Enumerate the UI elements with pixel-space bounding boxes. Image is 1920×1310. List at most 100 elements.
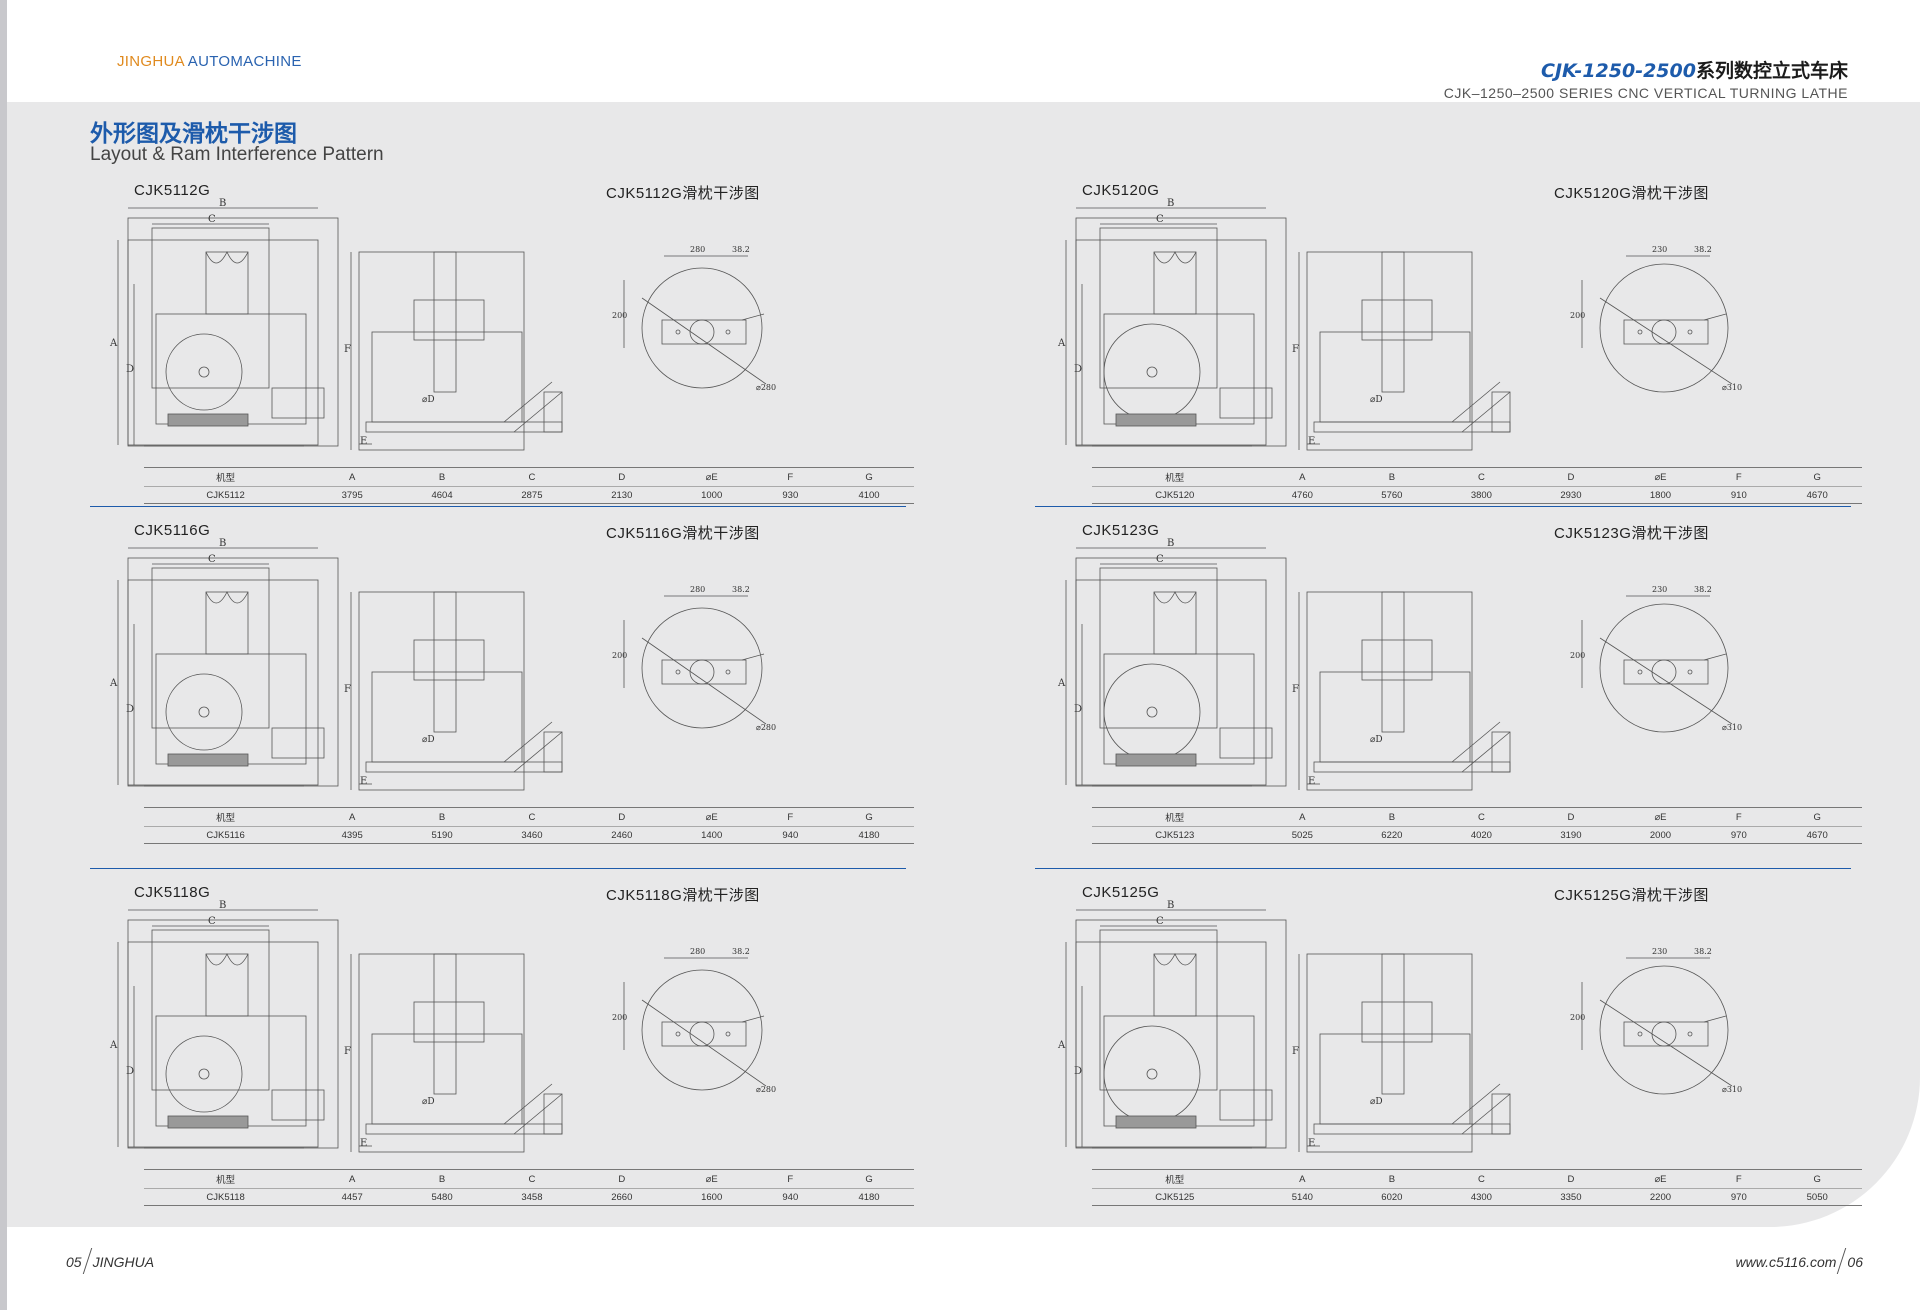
- spec-header-cell: B: [1347, 467, 1437, 487]
- dim-label-width: 230: [1652, 947, 1667, 956]
- dim-label-diameter: ⌀310: [1722, 723, 1742, 732]
- dim-label-a: A: [109, 338, 118, 349]
- dim-label-width: 280: [690, 245, 705, 254]
- spec-table-row: CJK5118 4457 5480 3458 2660 1600 940 4180: [144, 1188, 914, 1206]
- spec-header-cell: F: [1705, 807, 1773, 827]
- front-view-drawing: [117, 207, 339, 447]
- spec-header-cell: G: [1772, 807, 1862, 827]
- spec-table-row: CJK5112 3795 4604 2875 2130 1000 930 4100: [144, 486, 914, 504]
- spec-table-row: CJK5120 4760 5760 3800 2930 1800 910 4670: [1092, 486, 1862, 504]
- machine-drawing: BC A D F E ⌀D 280 38.2 200 ⌀280: [109, 900, 776, 1153]
- spec-table-header-row: 机型 A B C D ⌀E F G: [1092, 807, 1862, 827]
- spec-value-cell: 1000: [666, 486, 757, 504]
- spec-header-cell: G: [1772, 1169, 1862, 1189]
- spec-value-cell: 6020: [1347, 1188, 1437, 1206]
- machine-panel: CJK5116G CJK5116G滑枕干涉图 B C A D F E ⌀D 280 38.2 200 ⌀…: [104, 522, 914, 872]
- side-view-drawing: [350, 953, 563, 1153]
- machine-drawing: BC A D F E ⌀D 230 38.2 200 ⌀310: [1057, 538, 1742, 791]
- spec-value-cell: 1400: [666, 826, 757, 844]
- dim-label-a: A: [1057, 1040, 1066, 1051]
- machine-panel: CJK5123G CJK5123G滑枕干涉图 B C A D F E ⌀D 230 38.2 200 ⌀…: [1052, 522, 1862, 872]
- dim-label-b: B: [1167, 900, 1174, 911]
- dim-label-od: ⌀D: [422, 1097, 435, 1107]
- spec-value-cell: 4100: [824, 486, 914, 504]
- spec-value-cell: 4670: [1772, 486, 1862, 504]
- dim-label-e: E: [1308, 776, 1315, 787]
- spec-header-cell: D: [1526, 1169, 1616, 1189]
- dim-label-c: C: [208, 554, 216, 565]
- spec-value-cell: 5025: [1257, 826, 1348, 844]
- footer-url: www.c5116.com: [1735, 1254, 1837, 1270]
- dim-label-diameter: ⌀310: [1722, 1085, 1742, 1094]
- spec-table-header-row: 机型 A B C D ⌀E F G: [1092, 1169, 1862, 1189]
- spec-table: 机型 A B C D ⌀E F G CJK5116 4395 5190 3460 2460 1400 940…: [144, 807, 914, 844]
- spec-value-cell: CJK5112: [144, 486, 308, 504]
- spec-header-cell: A: [307, 1169, 398, 1189]
- spec-header-cell: D: [1526, 467, 1616, 487]
- dim-label-od: ⌀D: [422, 395, 435, 405]
- dim-label-d: D: [126, 704, 134, 715]
- spec-header-cell: ⌀E: [1615, 807, 1706, 827]
- spec-header-cell: F: [756, 467, 825, 487]
- spec-header-cell: ⌀E: [666, 807, 757, 827]
- spec-table-row: CJK5123 5025 6220 4020 3190 2000 970 4670: [1092, 826, 1862, 844]
- spec-value-cell: 1800: [1615, 486, 1706, 504]
- machine-panel: CJK5125G CJK5125G滑枕干涉图 B C A D F E ⌀D 230 38.2 200 ⌀…: [1052, 884, 1862, 1234]
- dim-label-f: F: [1292, 1046, 1299, 1057]
- spec-header-cell: F: [1705, 1169, 1773, 1189]
- dim-label-d: D: [126, 364, 134, 375]
- spec-value-cell: 5050: [1772, 1188, 1862, 1206]
- dim-label-width: 230: [1652, 245, 1667, 254]
- dim-label-width: 280: [690, 947, 705, 956]
- spec-header-cell: D: [576, 807, 667, 827]
- spec-value-cell: 3460: [486, 826, 577, 844]
- spec-value-cell: 910: [1705, 486, 1773, 504]
- side-view-drawing: [1298, 251, 1511, 451]
- dim-label-b: B: [1167, 198, 1174, 209]
- spec-header-cell: C: [486, 807, 577, 827]
- machine-panel: CJK5118G CJK5118G滑枕干涉图 B C A D F E ⌀D 280 38.2 200 ⌀…: [104, 884, 914, 1234]
- front-view-drawing: [117, 909, 339, 1149]
- spec-header-cell: 机型: [1092, 1169, 1258, 1189]
- spec-header-cell: C: [1436, 1169, 1527, 1189]
- spec-header-cell: G: [824, 467, 914, 487]
- spec-table: 机型 A B C D ⌀E F G CJK5123 5025 6220 4020 3190 2000 970…: [1092, 807, 1862, 844]
- spec-value-cell: 3800: [1436, 486, 1527, 504]
- spec-header-cell: D: [576, 467, 667, 487]
- spec-value-cell: 930: [756, 486, 825, 504]
- front-view-drawing: [1065, 207, 1287, 447]
- dim-label-b: B: [219, 198, 226, 209]
- front-view-drawing: [1065, 547, 1287, 787]
- page-number-left: 05: [66, 1254, 82, 1270]
- footer-left: 05 JINGHUA: [66, 1248, 154, 1274]
- spec-table-header-row: 机型 A B C D ⌀E F G: [144, 1169, 914, 1189]
- dim-label-offset: 38.2: [732, 585, 750, 594]
- series-title-en: CJK–1250–2500 SERIES CNC VERTICAL TURNIN…: [1443, 85, 1848, 101]
- spec-table: 机型 A B C D ⌀E F G CJK5125 5140 6020 4300 3350 2200 970…: [1092, 1169, 1862, 1206]
- spec-value-cell: 3190: [1526, 826, 1616, 844]
- spec-header-cell: C: [1436, 807, 1527, 827]
- spec-value-cell: 970: [1705, 826, 1773, 844]
- spec-table: 机型 A B C D ⌀E F G CJK5118 4457 5480 3458 2660 1600 940…: [144, 1169, 914, 1206]
- spec-header-cell: B: [397, 1169, 487, 1189]
- dim-label-d: D: [1074, 704, 1082, 715]
- spec-value-cell: 3795: [307, 486, 398, 504]
- footer-slash: [1837, 1248, 1847, 1274]
- dim-label-e: E: [360, 776, 367, 787]
- spec-header-cell: B: [397, 467, 487, 487]
- dim-label-diameter: ⌀280: [756, 383, 776, 392]
- spec-value-cell: 2460: [576, 826, 667, 844]
- ram-interference-diagram: [623, 255, 767, 389]
- spec-value-cell: 4760: [1257, 486, 1348, 504]
- spec-value-cell: 3350: [1526, 1188, 1616, 1206]
- dim-label-d: D: [1074, 364, 1082, 375]
- page-header: JINGHUA AUTOMACHINE CJK-1250-2500系列数控立式车…: [7, 0, 1920, 102]
- spec-table: 机型 A B C D ⌀E F G CJK5120 4760 5760 3800 2930 1800 910…: [1092, 467, 1862, 504]
- side-view-drawing: [1298, 953, 1511, 1153]
- front-view-drawing: [117, 547, 339, 787]
- side-view-drawing: [350, 251, 563, 451]
- spec-value-cell: 2930: [1526, 486, 1616, 504]
- dim-label-height: 200: [1570, 311, 1585, 320]
- dim-label-b: B: [219, 900, 226, 911]
- dim-label-height: 200: [1570, 651, 1585, 660]
